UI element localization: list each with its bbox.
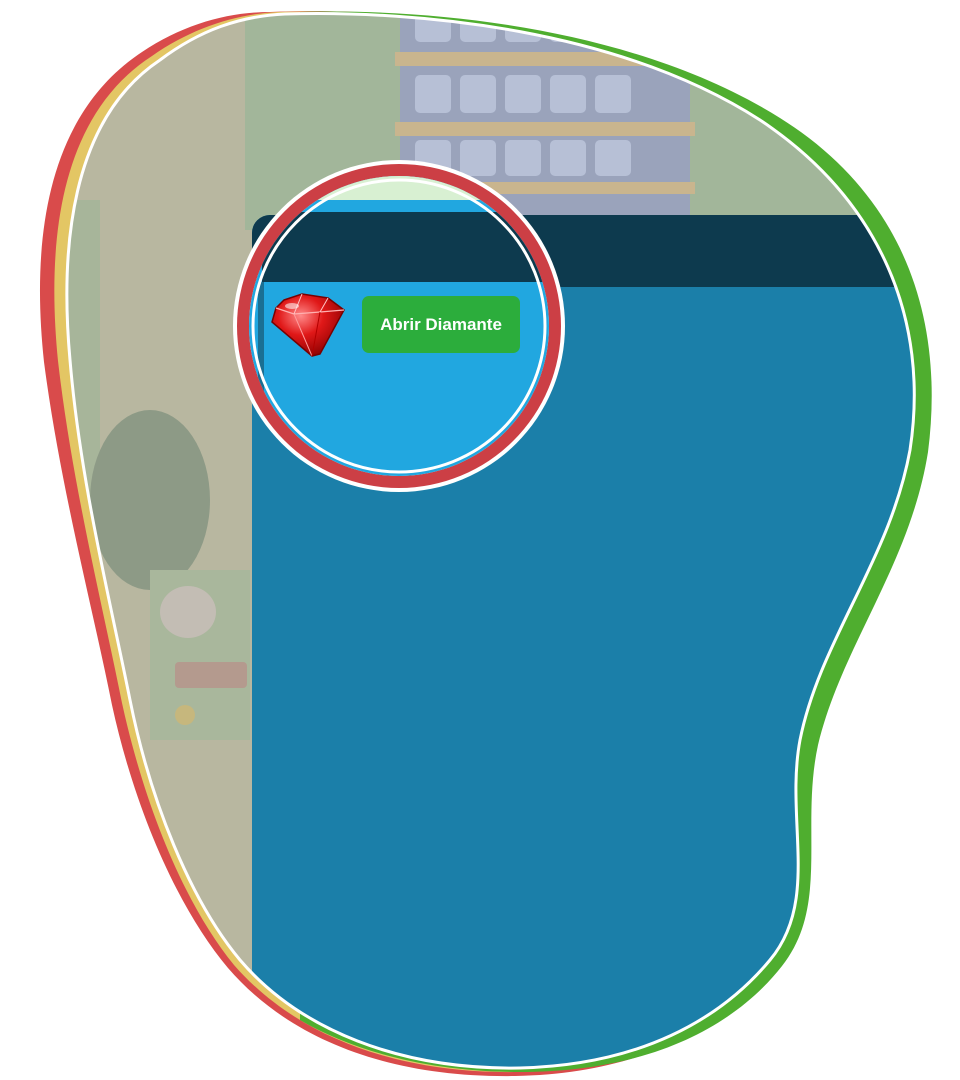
open-diamond-button-label: Abrir Diamante — [380, 315, 502, 334]
tutorial-illustration: Abrir Diamante — [0, 0, 960, 1080]
blob-frame: Abrir Diamante — [39, 11, 932, 1077]
open-diamond-button[interactable]: Abrir Diamante — [362, 296, 520, 353]
